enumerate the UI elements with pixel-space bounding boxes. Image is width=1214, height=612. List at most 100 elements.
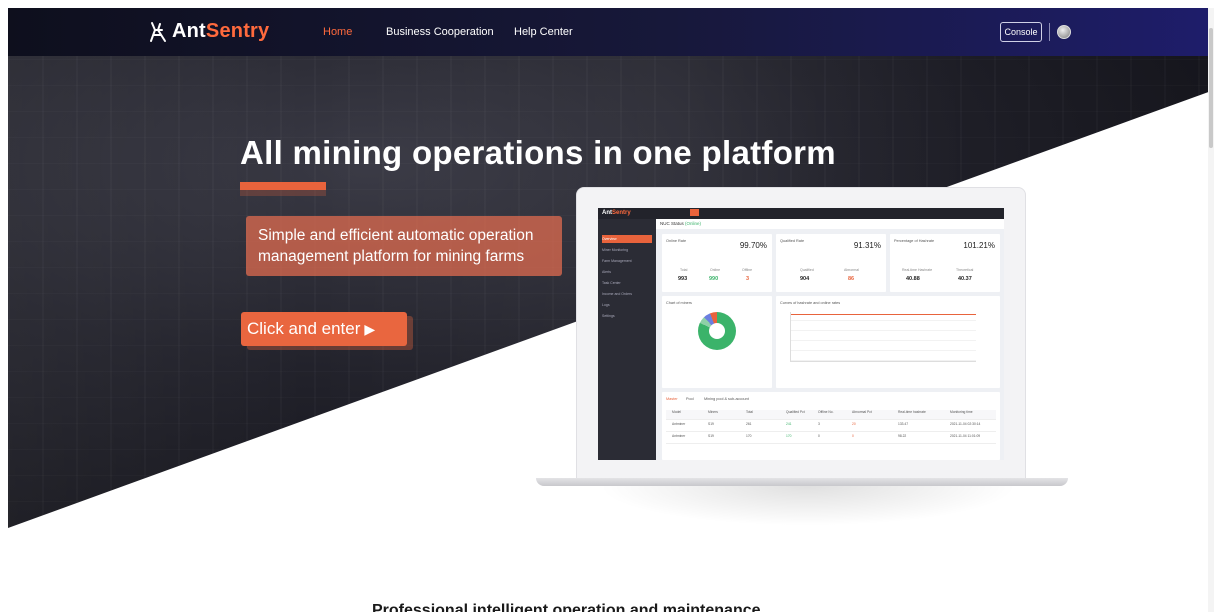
hashrate-card: Percentage of Hashrate 101.21% Real-time…	[890, 234, 1000, 292]
table-cell: Antminer	[672, 422, 686, 426]
top-navbar: AntSentry Home Business Cooperation Help…	[8, 8, 1214, 56]
antsentry-logo[interactable]: AntSentry	[148, 20, 269, 43]
table-tab: Mining pool & sub-account	[704, 397, 749, 401]
laptop-shadow	[598, 486, 1018, 526]
online-rate-card: Online Rate 99.70% Total Online Offline …	[662, 234, 772, 292]
table-header: Real-time hashrate	[898, 410, 926, 414]
table-cell: 0	[818, 434, 820, 438]
hero-subtitle: Simple and efficient automatic operation…	[246, 216, 562, 276]
sidebar-item: Farm Management	[602, 259, 632, 263]
user-avatar-icon[interactable]	[1057, 25, 1071, 39]
ant-logo-icon	[148, 21, 168, 43]
table-header: Abnormal Pct	[852, 410, 872, 414]
qualified-rate-card: Qualified Rate 91.31% Qualified Abnormal…	[776, 234, 886, 292]
card-title: Qualified Rate	[780, 239, 805, 243]
card-title: Online Rate	[666, 239, 687, 243]
table-cell: 170	[786, 434, 792, 438]
table-cell: 98.22	[898, 434, 907, 438]
logo-text: AntSentry	[172, 20, 270, 42]
table-tab: Pool	[686, 397, 694, 401]
nav-link-help-center[interactable]: Help Center	[514, 26, 573, 38]
stat-value: 3	[746, 276, 750, 282]
chart-title: Chart of miners	[666, 301, 692, 305]
sidebar-item: Logs	[602, 303, 610, 307]
nuc-status-label: NUC Status	[660, 221, 684, 226]
stat-value: 40.37	[958, 276, 972, 282]
stat-label: Offline	[742, 268, 753, 272]
table-cell: 3	[818, 422, 820, 426]
miners-donut-chart	[698, 312, 736, 350]
hero-headline: All mining operations in one platform	[240, 134, 836, 171]
pool-table-card: Master Pool Mining pool & sub-account Mo…	[662, 392, 1000, 460]
cta-label: Click and enter	[247, 319, 361, 338]
table-header: Model	[672, 410, 681, 414]
table-header: Qualified Pct	[786, 410, 805, 414]
hero-section: AntSentry Home Business Cooperation Help…	[8, 8, 1214, 612]
stat-value: 40.88	[906, 276, 920, 282]
stat-label: Real-time Hashrate	[902, 268, 933, 272]
table-header: Total	[746, 410, 753, 414]
stat-label: Online	[710, 268, 721, 272]
card-value: 91.31%	[853, 241, 881, 250]
page-scrollbar[interactable]	[1208, 8, 1214, 612]
table-cell: 2021-11-04 02:30:14	[950, 422, 981, 426]
table-cell: Antminer	[672, 434, 686, 438]
stat-value: 990	[709, 276, 719, 282]
table-header: Miners	[708, 410, 718, 414]
chart-title: Curves of hashrate and online rates	[780, 301, 841, 305]
section-title: Professional intelligent operation and m…	[372, 602, 761, 612]
card-title: Percentage of Hashrate	[894, 239, 935, 243]
table-header: Offline No.	[818, 410, 834, 414]
headline-accent-shadow	[240, 190, 326, 196]
headline-accent-bar	[240, 182, 326, 190]
dashboard-logo: AntSentry	[602, 210, 631, 216]
console-button[interactable]: Console	[1000, 22, 1042, 42]
table-cell: S19	[708, 422, 714, 426]
table-cell: 20	[852, 422, 856, 426]
dashboard-header: NUC Status (Online)	[656, 219, 1004, 229]
sidebar-item: Alerts	[602, 270, 611, 274]
sidebar-item: Settings	[602, 314, 615, 318]
table-cell: 2021-11-04 11:01:09	[950, 434, 981, 438]
click-and-enter-button[interactable]: Click and enter ▶	[241, 312, 407, 346]
table-tab: Master	[666, 397, 678, 401]
sidebar-item: Miner Monitoring	[602, 248, 629, 252]
table-header: Monitoring time	[950, 410, 973, 414]
stat-label: Theoretical	[956, 268, 974, 272]
table-cell: 170	[746, 434, 752, 438]
table-header-row: Model Miners Total Qualified Pct Offline…	[666, 410, 996, 420]
miners-chart-card: Chart of miners	[662, 296, 772, 388]
nav-link-business-cooperation[interactable]: Business Cooperation	[386, 26, 494, 38]
hashrate-line-chart	[790, 312, 976, 362]
laptop-base	[536, 478, 1068, 486]
stat-value: 904	[800, 276, 810, 282]
sidebar-item: Income and Orders	[602, 292, 632, 296]
table-cell: 133.47	[898, 422, 909, 426]
sidebar-item: Overview	[602, 235, 652, 243]
nav-link-home[interactable]: Home	[323, 26, 352, 38]
table-cell: S19	[708, 434, 714, 438]
stat-label: Total	[680, 268, 688, 272]
dashboard-preview: AntSentry Overview Miner Monitoring Farm…	[598, 208, 1004, 460]
nuc-status-value: (Online)	[685, 221, 702, 226]
dashboard-topbar: AntSentry	[598, 208, 1004, 219]
table-row: Antminer S19 170 170 0 0 98.22 2021-11-0…	[666, 434, 996, 444]
sidebar-item: Task Center	[602, 281, 621, 285]
table-cell: 241	[786, 422, 792, 426]
nav-divider	[1049, 23, 1050, 41]
scrollbar-thumb[interactable]	[1209, 28, 1213, 148]
card-value: 99.70%	[739, 241, 767, 250]
table-cell: 261	[746, 422, 752, 426]
table-row: Antminer S19 261 241 3 20 133.47 2021-11…	[666, 422, 996, 432]
dashboard-sidebar: Overview Miner Monitoring Farm Managemen…	[598, 219, 656, 460]
stat-label: Qualified	[800, 268, 814, 272]
stat-value: 993	[678, 276, 688, 282]
hashrate-line	[791, 314, 976, 315]
card-value: 101.21%	[963, 241, 995, 250]
play-arrow-icon: ▶	[364, 320, 376, 337]
hashrate-curve-card: Curves of hashrate and online rates	[776, 296, 1000, 388]
sidebar-menu-icon	[602, 222, 652, 232]
stat-label: Abnormal	[844, 268, 859, 272]
stat-value: 86	[848, 276, 855, 282]
dashboard-active-tab	[690, 209, 700, 216]
